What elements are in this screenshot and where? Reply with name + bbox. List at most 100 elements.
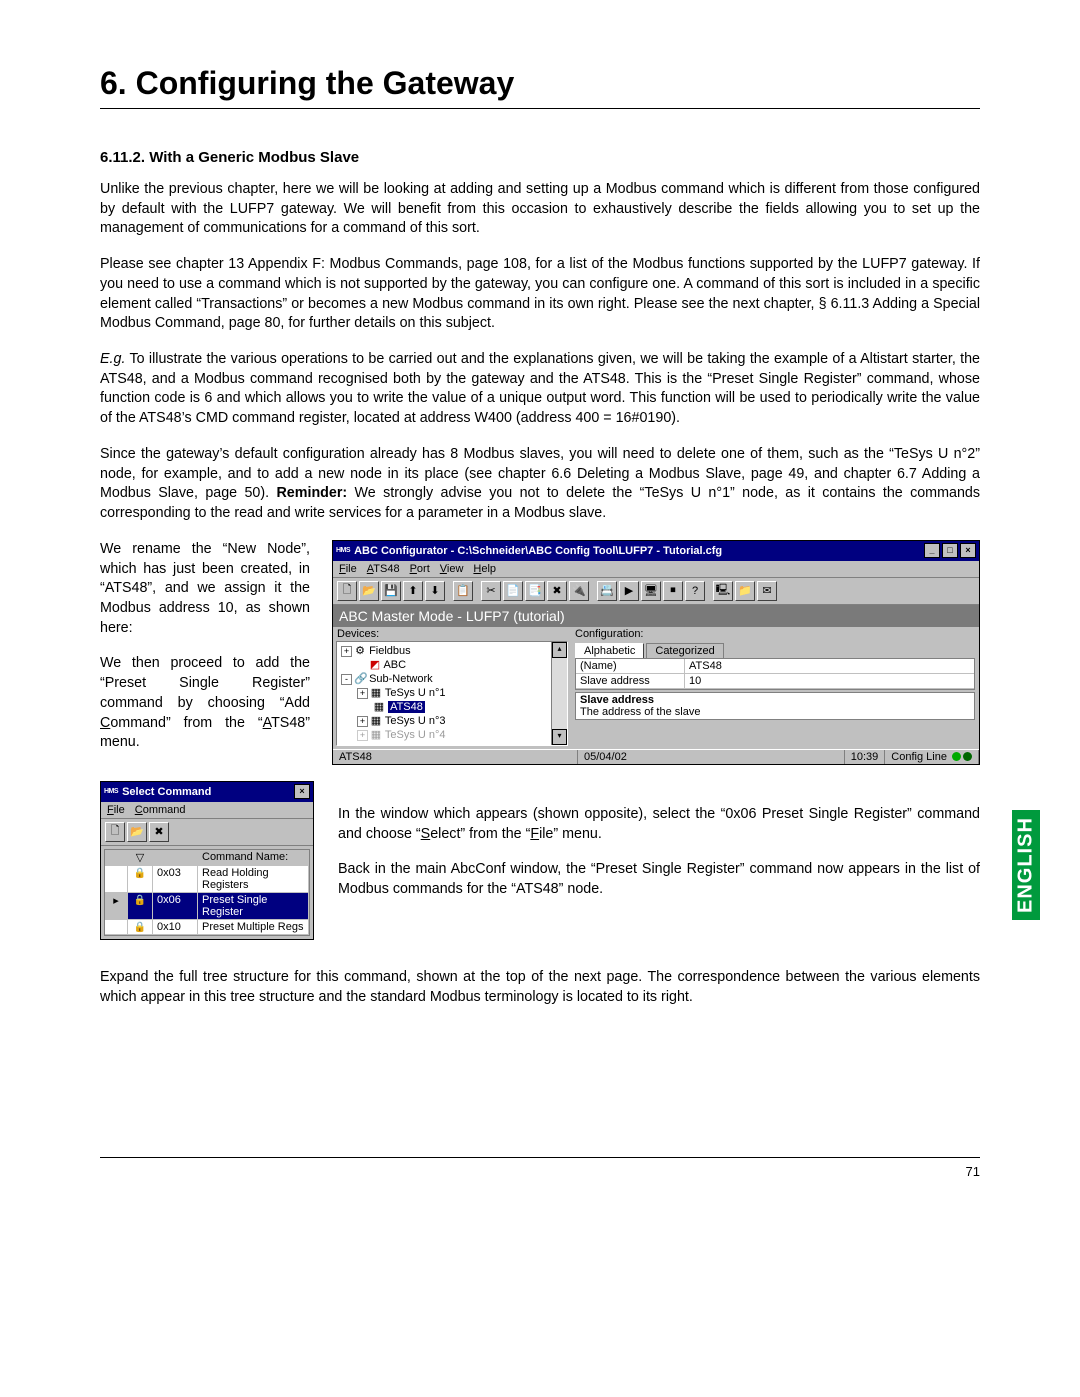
lock-icon: 🔒 bbox=[134, 922, 146, 933]
menubar: File Command bbox=[101, 802, 313, 819]
status-date: 05/04/02 bbox=[578, 750, 845, 764]
new-icon[interactable]: 🗋 bbox=[337, 581, 357, 601]
scroll-down-icon[interactable]: ▾ bbox=[552, 729, 567, 745]
node-icon: ▦ bbox=[370, 686, 382, 700]
paragraph-9: Expand the full tree structure for this … bbox=[100, 968, 980, 1007]
col-command-name[interactable]: Command Name: bbox=[198, 850, 309, 866]
hms-logo: HMS bbox=[336, 547, 350, 554]
mail-icon[interactable]: ✉ bbox=[757, 581, 777, 601]
new-icon[interactable]: 🗋 bbox=[105, 822, 125, 842]
node-icon: ▦ bbox=[373, 700, 385, 714]
tree-item-ats48[interactable]: ▦ ATS48 bbox=[341, 700, 547, 714]
paste2-icon[interactable]: 📑 bbox=[525, 581, 545, 601]
statusbar: ATS48 05/04/02 10:39 Config Line bbox=[333, 749, 979, 764]
monitor-icon[interactable]: 🖥 bbox=[641, 581, 661, 601]
props-icon[interactable]: 📇 bbox=[597, 581, 617, 601]
paragraph-2: Please see chapter 13 Appendix F: Modbus… bbox=[100, 255, 980, 334]
run-icon[interactable]: ▶ bbox=[619, 581, 639, 601]
tab-alphabetic[interactable]: Alphabetic bbox=[575, 643, 644, 658]
upload-icon[interactable]: ⬆ bbox=[403, 581, 423, 601]
help-icon[interactable]: ? bbox=[685, 581, 705, 601]
expand-icon[interactable]: + bbox=[341, 646, 352, 657]
paragraph-1: Unlike the previous chapter, here we wil… bbox=[100, 180, 980, 239]
lock-icon: 🔒 bbox=[134, 895, 146, 906]
devices-label: Devices: bbox=[333, 627, 571, 641]
footer-rule bbox=[100, 1157, 980, 1158]
hms-logo: HMS bbox=[104, 788, 118, 795]
language-tab: ENGLISH bbox=[1012, 810, 1040, 920]
expand-icon[interactable]: + bbox=[357, 688, 368, 699]
window-title: ABC Configurator - C:\Schneider\ABC Conf… bbox=[354, 545, 920, 557]
folder-icon[interactable]: 📁 bbox=[735, 581, 755, 601]
section-heading: 6.11.2. With a Generic Modbus Slave bbox=[100, 149, 980, 166]
paragraph-8: Back in the main AbcConf window, the “Pr… bbox=[338, 860, 980, 899]
command-grid[interactable]: ▽ Command Name: 🔒 0x03 Read Holding Regi… bbox=[104, 849, 310, 936]
status-time: 10:39 bbox=[845, 750, 886, 764]
menubar: File ATS48 Port View Help bbox=[333, 561, 979, 578]
collapse-icon[interactable]: - bbox=[341, 674, 352, 685]
paragraph-3: E.g. To illustrate the various operation… bbox=[100, 350, 980, 429]
cut-icon[interactable]: ✂ bbox=[481, 581, 501, 601]
menu-file[interactable]: File bbox=[339, 563, 357, 575]
menu-command[interactable]: Command bbox=[135, 804, 186, 816]
table-row-selected[interactable]: ▸ 🔒 0x06 Preset Single Register bbox=[105, 893, 309, 920]
open-icon[interactable]: 📂 bbox=[359, 581, 379, 601]
prop-name-key: (Name) bbox=[576, 659, 685, 674]
scroll-up-icon[interactable]: ▴ bbox=[552, 642, 567, 658]
property-grid[interactable]: (Name)ATS48 Slave address10 bbox=[575, 658, 975, 690]
toolbar: 🗋 📂 💾 ⬆ ⬇ 📋 ✂ 📄 📑 ✖ 🔌 📇 ▶ 🖥 bbox=[333, 578, 979, 605]
prop-tabs: Alphabetic Categorized bbox=[571, 641, 979, 658]
menu-view[interactable]: View bbox=[440, 563, 464, 575]
table-row[interactable]: 🔒 0x10 Preset Multiple Regs bbox=[105, 920, 309, 935]
toolbar: 🗋 📂 ✖ bbox=[101, 819, 313, 846]
expand-icon[interactable]: + bbox=[357, 716, 368, 727]
title-rule bbox=[100, 108, 980, 109]
delete-icon[interactable]: ✖ bbox=[149, 822, 169, 842]
tab-categorized[interactable]: Categorized bbox=[646, 643, 723, 658]
copy-icon[interactable]: 📄 bbox=[503, 581, 523, 601]
table-row[interactable]: 🔒 0x03 Read Holding Registers bbox=[105, 866, 309, 893]
eg-lead: E.g. bbox=[100, 351, 125, 367]
status-left: ATS48 bbox=[333, 750, 578, 764]
titlebar[interactable]: HMS ABC Configurator - C:\Schneider\ABC … bbox=[333, 541, 979, 561]
menu-ats48[interactable]: ATS48 bbox=[367, 563, 400, 575]
device-icon[interactable]: 🖳 bbox=[713, 581, 733, 601]
paragraph-5: We rename the “New Node”, which has just… bbox=[100, 540, 310, 639]
window-title: Select Command bbox=[122, 786, 290, 798]
maximize-button[interactable]: □ bbox=[942, 543, 958, 558]
page-title: 6. Configuring the Gateway bbox=[100, 65, 980, 102]
abc-configurator-window: HMS ABC Configurator - C:\Schneider\ABC … bbox=[332, 540, 980, 765]
close-button[interactable]: × bbox=[960, 543, 976, 558]
menu-help[interactable]: Help bbox=[473, 563, 496, 575]
led-green-icon bbox=[952, 752, 961, 761]
paste-icon[interactable]: 📋 bbox=[453, 581, 473, 601]
connect-icon[interactable]: 🔌 bbox=[569, 581, 589, 601]
save-icon[interactable]: 💾 bbox=[381, 581, 401, 601]
config-label: Configuration: bbox=[571, 627, 979, 641]
paragraph-6: We then proceed to add the “Preset Singl… bbox=[100, 654, 310, 753]
prop-addr-value[interactable]: 10 bbox=[685, 674, 974, 689]
subnet-icon: 🔗 bbox=[354, 672, 366, 686]
fieldbus-icon: ⚙ bbox=[354, 644, 366, 658]
paragraph-7: In the window which appears (shown oppos… bbox=[338, 805, 980, 844]
prop-addr-key: Slave address bbox=[576, 674, 685, 689]
download-icon[interactable]: ⬇ bbox=[425, 581, 445, 601]
open-icon[interactable]: 📂 bbox=[127, 822, 147, 842]
select-command-window: HMS Select Command × File Command 🗋 📂 ✖ bbox=[100, 781, 314, 940]
node-icon: ▦ bbox=[370, 714, 382, 728]
delete-icon[interactable]: ✖ bbox=[547, 581, 567, 601]
close-button[interactable]: × bbox=[294, 784, 310, 799]
sort-icon[interactable]: ▽ bbox=[128, 850, 153, 866]
device-tree[interactable]: +⚙ Fieldbus ◩ ABC -🔗 Sub-Network +▦ TeSy… bbox=[337, 642, 551, 745]
status-line: Config Line bbox=[885, 750, 979, 764]
paragraph-4: Since the gateway’s default configuratio… bbox=[100, 445, 980, 524]
led-dark-icon bbox=[963, 752, 972, 761]
titlebar[interactable]: HMS Select Command × bbox=[101, 782, 313, 802]
mode-banner: ABC Master Mode - LUFP7 (tutorial) bbox=[333, 605, 979, 627]
menu-port[interactable]: Port bbox=[410, 563, 430, 575]
scrollbar[interactable]: ▴ ▾ bbox=[551, 642, 567, 745]
stop-icon[interactable]: ⏹ bbox=[663, 581, 683, 601]
minimize-button[interactable]: _ bbox=[924, 543, 940, 558]
prop-name-value[interactable]: ATS48 bbox=[685, 659, 974, 674]
menu-file[interactable]: File bbox=[107, 804, 125, 816]
